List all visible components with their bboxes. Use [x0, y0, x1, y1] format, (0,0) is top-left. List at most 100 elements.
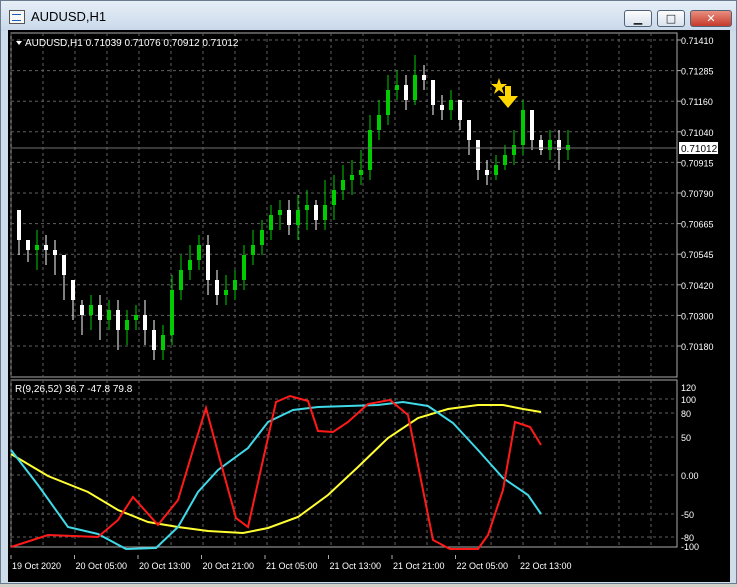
candle: [395, 70, 399, 100]
candle: [557, 130, 561, 170]
candle: [359, 150, 363, 185]
candle: [278, 200, 282, 230]
candle: [440, 95, 444, 120]
time-axis: 19 Oct 2020 20 Oct 05:00 20 Oct 13:00 20 Oc…: [8, 555, 730, 582]
candle: [422, 65, 426, 90]
price-tick-label: 0.71410: [681, 36, 714, 46]
price-tick-label: 0.70790: [681, 189, 714, 199]
indicator-tick-label: -50: [681, 510, 694, 520]
indicator-tick-label: 0.00: [681, 471, 699, 481]
time-label: 21 Oct 21:00: [393, 561, 445, 571]
candle: [269, 205, 273, 240]
maximize-button[interactable]: □: [657, 10, 685, 27]
chart-info: AUDUSD,H1 0.71039 0.71076 0.70912 0.7101…: [16, 38, 239, 49]
chart-window-icon: [9, 10, 25, 24]
candle: [17, 210, 21, 255]
dropdown-icon[interactable]: [16, 41, 22, 45]
main-panel-frame: [10, 32, 678, 378]
indicator-lines: [10, 394, 542, 551]
time-labels: 19 Oct 2020 20 Oct 05:00 20 Oct 13:00 20 Oc…: [10, 555, 572, 571]
candle: [260, 220, 264, 255]
candle: [62, 255, 66, 300]
price-tick-label: 0.71285: [681, 67, 714, 77]
time-label: 22 Oct 13:00: [520, 561, 572, 571]
candle: [53, 240, 57, 275]
candle: [44, 235, 48, 265]
price-axis: 0.71410 0.71285 0.71160 0.71040 0.70915 0.707…: [677, 36, 714, 352]
candle: [35, 230, 39, 270]
candle: [224, 275, 228, 305]
current-price-badge: 0.71012: [679, 142, 718, 155]
candle: [188, 245, 192, 280]
chart-area[interactable]: AUDUSD,H1 0.71039 0.71076 0.70912 0.7101…: [8, 30, 730, 557]
candle: [323, 180, 327, 230]
candle: [386, 75, 390, 125]
candle: [242, 245, 246, 290]
candle: [467, 120, 471, 155]
minimize-button[interactable]: ▁: [624, 10, 652, 27]
candle: [431, 80, 435, 115]
candle: [494, 155, 498, 180]
candle: [179, 255, 183, 300]
candle: [251, 230, 255, 265]
indicator-tick-label: 120: [681, 383, 696, 393]
candle: [404, 75, 408, 110]
candle: [71, 280, 75, 320]
price-tick-label: 0.70665: [681, 220, 714, 230]
candle: [377, 100, 381, 140]
candle: [476, 140, 480, 180]
time-label: 20 Oct 13:00: [139, 561, 191, 571]
indicator-tick-label: 50: [681, 433, 691, 443]
candle: [161, 325, 165, 360]
candle: [530, 110, 534, 150]
candle: [341, 165, 345, 200]
price-tick-label: 0.70420: [681, 281, 714, 291]
time-label: 20 Oct 05:00: [76, 561, 128, 571]
time-label: 22 Oct 05:00: [457, 561, 509, 571]
candle: [503, 145, 507, 170]
indicator-tick-label: 100: [681, 395, 696, 405]
time-label: 19 Oct 2020: [12, 561, 61, 571]
candle: [539, 135, 543, 155]
close-button[interactable]: ✕: [690, 10, 732, 27]
time-label: 21 Oct 05:00: [266, 561, 318, 571]
candle: [548, 130, 552, 160]
candle: [152, 320, 156, 360]
candle: [413, 55, 417, 105]
time-label: 21 Oct 13:00: [330, 561, 382, 571]
candle: [107, 300, 111, 330]
indicator-tick-label: -100: [681, 542, 699, 552]
title-bar[interactable]: AUDUSD,H1 ▁ □ ✕: [1, 1, 736, 31]
chart-info-label: AUDUSD,H1 0.71039 0.71076 0.70912 0.7101…: [25, 38, 239, 49]
candle: [233, 270, 237, 300]
chart-svg[interactable]: AUDUSD,H1 0.71039 0.71076 0.70912 0.7101…: [8, 30, 730, 557]
candle: [215, 270, 219, 305]
indicator-grid: [10, 380, 677, 547]
candle: [134, 305, 138, 330]
candle: [116, 300, 120, 350]
candle: [98, 295, 102, 340]
candle: [287, 200, 291, 235]
candle: [26, 240, 30, 262]
time-axis-svg: 19 Oct 2020 20 Oct 05:00 20 Oct 13:00 20 Oc…: [10, 555, 572, 571]
candle: [350, 160, 354, 195]
indicator-tick-label: 80: [681, 409, 691, 419]
indicator-axis: 12010080500.00-50-80-100: [681, 383, 699, 552]
main-grid: [10, 33, 677, 377]
candle: [314, 200, 318, 230]
candle: [89, 295, 93, 330]
candle: [485, 160, 489, 185]
candle: [143, 300, 147, 345]
candle: [566, 130, 570, 160]
candle: [521, 100, 525, 155]
candle: [449, 90, 453, 120]
candle: [332, 175, 336, 220]
candle: [80, 300, 84, 335]
current-price-label: 0.71012: [681, 144, 718, 155]
candle: [206, 235, 210, 295]
star-icon: [491, 78, 507, 94]
indicator-label: R(9,26,52) 36.7 -47.8 79.8: [15, 384, 133, 395]
price-tick-label: 0.70300: [681, 311, 714, 321]
price-tick-label: 0.71160: [681, 97, 713, 107]
time-label: 20 Oct 21:00: [203, 561, 255, 571]
